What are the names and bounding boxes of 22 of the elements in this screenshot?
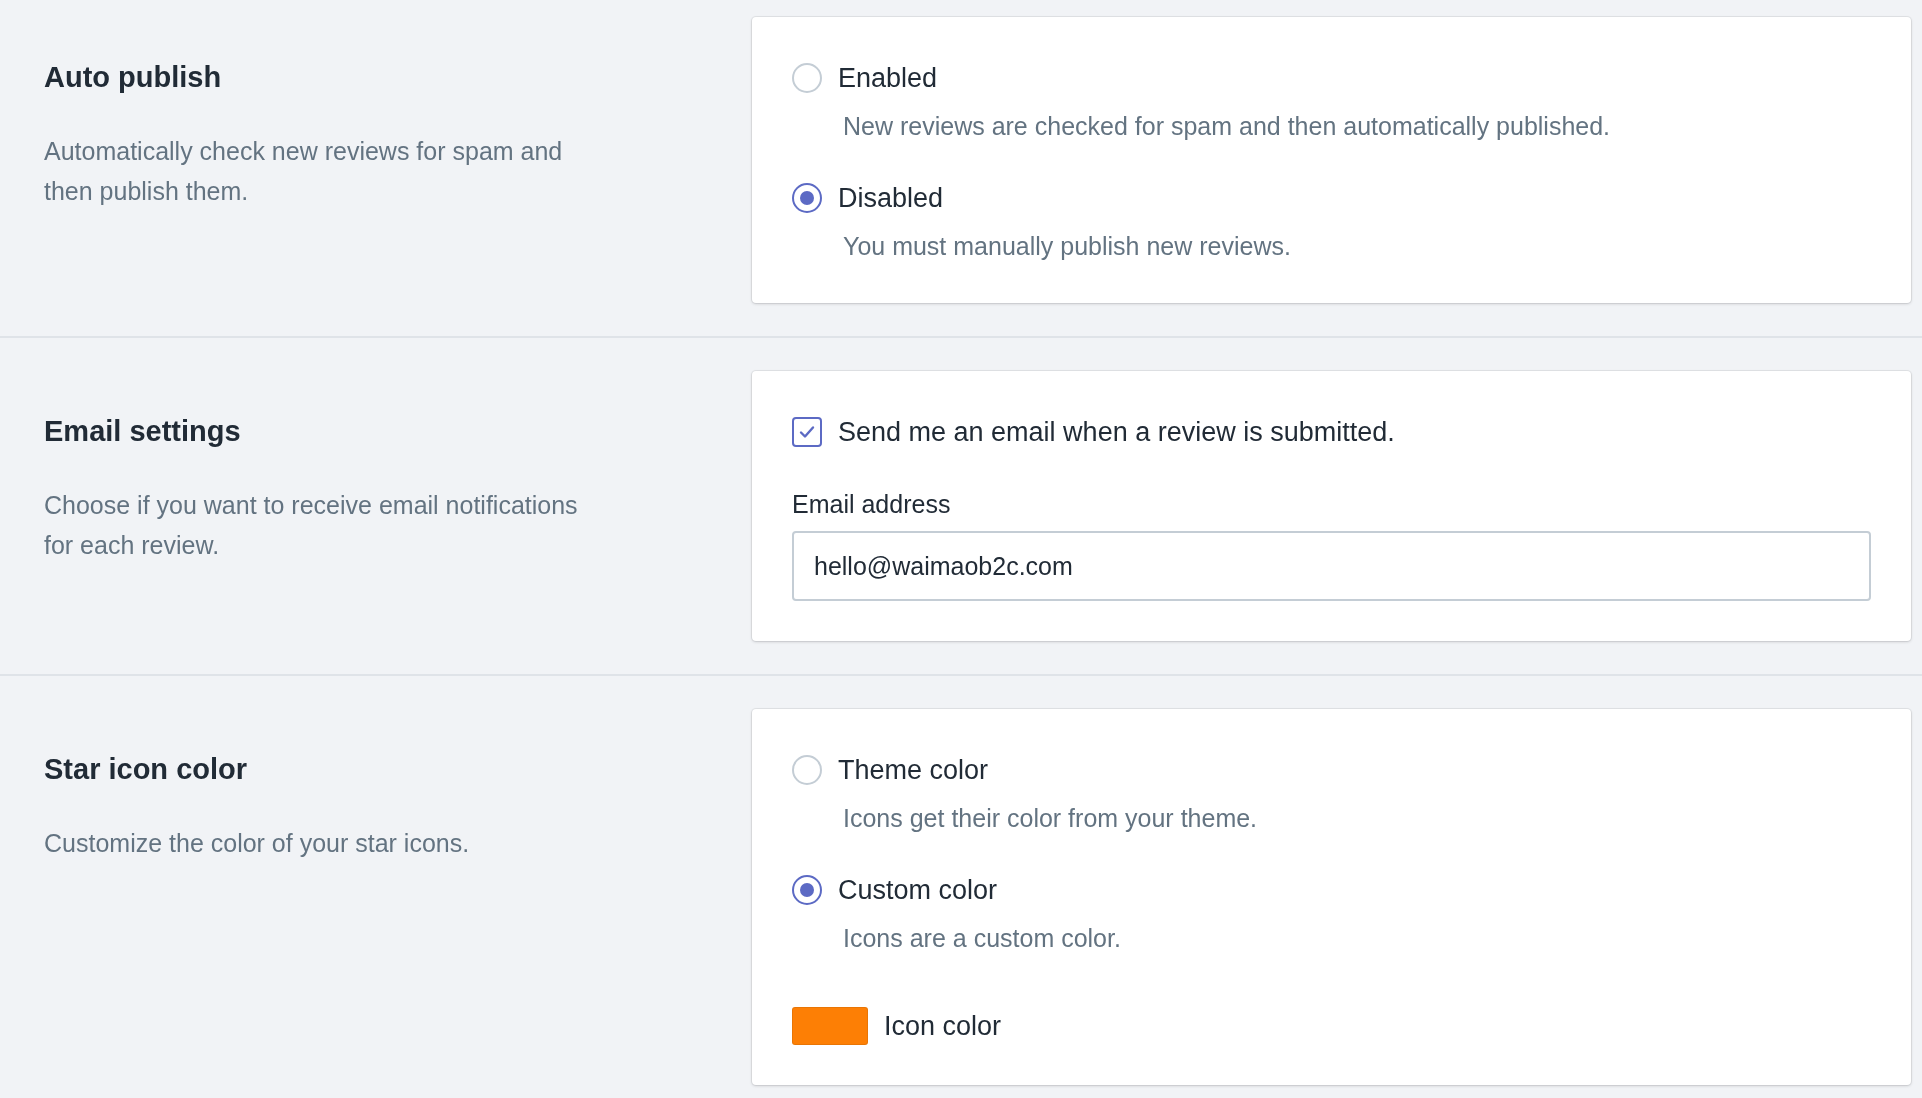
radio-option[interactable]: Custom color xyxy=(792,873,1871,907)
section-title: Star icon color xyxy=(44,752,249,787)
color-swatch[interactable] xyxy=(792,1007,868,1045)
option-description: New reviews are checked for spam and then automatically published. xyxy=(843,111,1612,142)
checkbox-option[interactable]: Send me an email when a review is submitted. xyxy=(792,415,1871,449)
section-description: Customize the color of your star icons. xyxy=(44,828,471,859)
radio-option[interactable]: Theme color xyxy=(792,753,1871,787)
section-description: Choose if you want to receive email notifications for each review. xyxy=(44,490,579,561)
radio-option[interactable]: Enabled xyxy=(792,61,1871,95)
email-input-field[interactable]: hello@waimaob2c.com xyxy=(792,531,1871,601)
section-title: Auto publish xyxy=(44,60,223,95)
radio-button[interactable] xyxy=(792,183,822,213)
section-title: Email settings xyxy=(44,414,242,449)
radio-option[interactable]: Disabled xyxy=(792,181,1871,215)
option-description: Icons get their color from your theme. xyxy=(843,803,1259,834)
section-description: Automatically check new reviews for spam and then publish them. xyxy=(44,136,564,207)
field-label: Email address xyxy=(792,489,951,520)
option-description: Icons are a custom color. xyxy=(843,923,1122,954)
radio-button[interactable] xyxy=(792,875,822,905)
checkbox[interactable] xyxy=(792,417,822,447)
swatch-label: Icon color xyxy=(884,1010,1002,1043)
option-description: You must manually publish new reviews. xyxy=(843,231,1292,262)
